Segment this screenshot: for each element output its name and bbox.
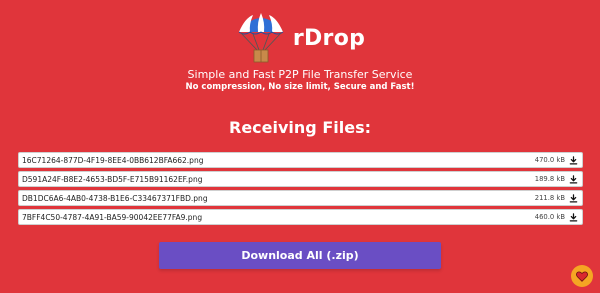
- download-icon[interactable]: [569, 193, 578, 203]
- file-size: 460.0 kB: [534, 213, 565, 221]
- file-size: 211.8 kB: [534, 194, 565, 202]
- file-name: DB1DC6A6-4AB0-4738-B1E6-C33467371FBD.png: [22, 193, 208, 203]
- file-list: 16C71264-877D-4F19-8EE4-0BB612BFA662.png…: [18, 152, 583, 228]
- heart-icon: [576, 270, 588, 282]
- file-row[interactable]: 16C71264-877D-4F19-8EE4-0BB612BFA662.png…: [18, 152, 583, 168]
- tagline: Simple and Fast P2P File Transfer Servic…: [187, 68, 413, 81]
- receiving-files-title: Receiving Files:: [229, 118, 371, 137]
- sub-tagline: No compression, No size limit, Secure an…: [185, 82, 415, 92]
- file-size: 189.8 kB: [534, 175, 565, 183]
- file-row[interactable]: 7BFF4C50-4787-4A91-BA59-90042EE77FA9.png…: [18, 209, 583, 225]
- favorite-button[interactable]: [571, 265, 593, 287]
- file-name: 16C71264-877D-4F19-8EE4-0BB612BFA662.png: [22, 155, 204, 165]
- app-title: rDrop: [292, 25, 366, 51]
- file-size: 470.0 kB: [534, 156, 565, 164]
- download-all-button[interactable]: Download All (.zip): [159, 242, 441, 269]
- download-icon[interactable]: [569, 174, 578, 184]
- file-row[interactable]: D591A24F-B8E2-4653-BD5F-E715B91162EF.png…: [18, 171, 583, 187]
- file-name: D591A24F-B8E2-4653-BD5F-E715B91162EF.png: [22, 174, 203, 184]
- file-row[interactable]: DB1DC6A6-4AB0-4738-B1E6-C33467371FBD.png…: [18, 190, 583, 206]
- download-icon[interactable]: [569, 155, 578, 165]
- file-name: 7BFF4C50-4787-4A91-BA59-90042EE77FA9.png: [22, 212, 203, 222]
- download-icon[interactable]: [569, 212, 578, 222]
- parachute-icon: [238, 13, 284, 63]
- app-header: rDrop: [0, 10, 600, 66]
